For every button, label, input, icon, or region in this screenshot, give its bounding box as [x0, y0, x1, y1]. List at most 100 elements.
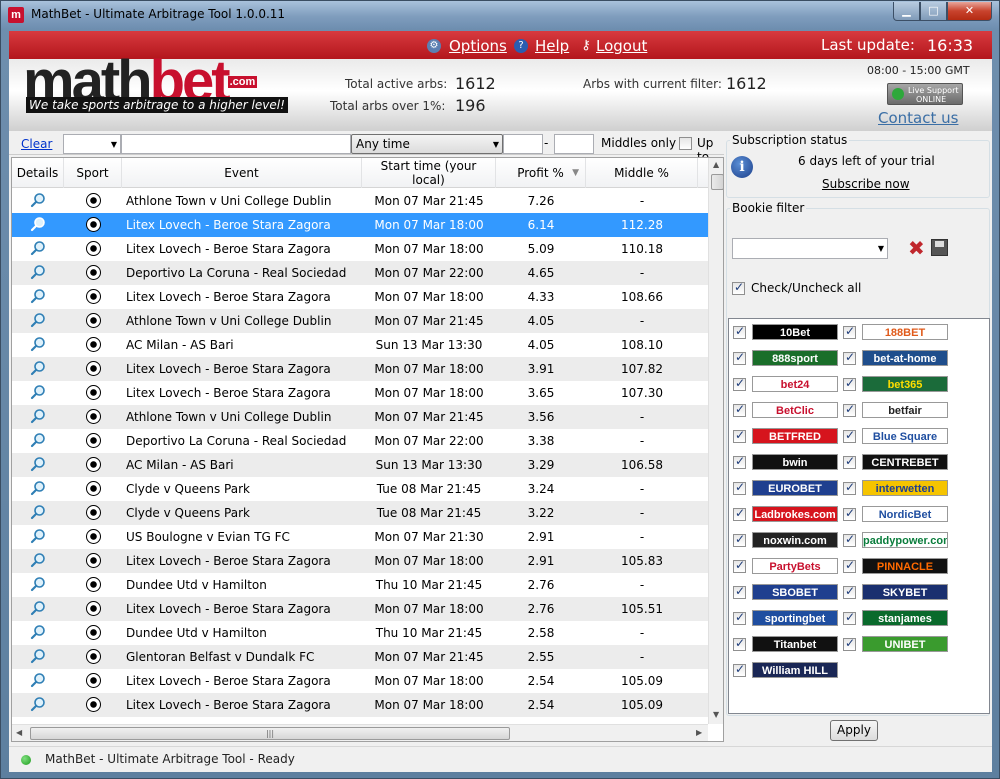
bookie-item[interactable]: bet-at-home	[843, 349, 953, 367]
table-row[interactable]: Deportivo La Coruna - Real Sociedad Mon 0…	[12, 261, 708, 285]
table-row[interactable]: US Boulogne v Evian TG FC Mon 07 Mar 21:3…	[12, 525, 708, 549]
bookie-checkbox[interactable]	[843, 376, 856, 391]
table-row[interactable]: Glentoran Belfast v Dundalk FC Mon 07 Mar…	[12, 645, 708, 669]
table-row[interactable]: Clyde v Queens Park Tue 08 Mar 21:45 3.24 -	[12, 477, 708, 501]
magnifier-icon[interactable]	[30, 360, 46, 376]
magnifier-icon[interactable]	[30, 240, 46, 256]
table-row[interactable]: Dundee Utd v Hamilton Thu 10 Mar 21:45 2.7…	[12, 573, 708, 597]
magnifier-icon[interactable]	[30, 480, 46, 496]
details-cell[interactable]	[12, 477, 64, 501]
details-cell[interactable]	[12, 213, 64, 237]
bookie-checkbox[interactable]	[843, 324, 856, 339]
details-cell[interactable]	[12, 309, 64, 333]
table-row[interactable]: Litex Lovech - Beroe Stara Zagora Mon 07 …	[12, 213, 708, 237]
subscribe-link[interactable]: Subscribe now	[822, 177, 910, 191]
magnifier-icon[interactable]	[30, 696, 46, 712]
magnifier-icon[interactable]	[30, 432, 46, 448]
bookie-item[interactable]: SBOBET	[733, 583, 843, 601]
details-cell[interactable]	[12, 525, 64, 549]
details-cell[interactable]	[12, 549, 64, 573]
sport-filter-combo[interactable]: ▼	[63, 134, 121, 154]
details-cell[interactable]	[12, 693, 64, 717]
details-cell[interactable]	[12, 357, 64, 381]
vertical-scrollbar[interactable]: ▲ ▼	[708, 158, 723, 724]
magnifier-icon[interactable]	[30, 528, 46, 544]
bookie-item[interactable]: SKYBET	[843, 583, 953, 601]
magnifier-icon[interactable]	[30, 504, 46, 520]
magnifier-icon[interactable]	[30, 192, 46, 208]
bookie-item[interactable]: 888sport	[733, 349, 843, 367]
bookie-item[interactable]: BETFRED	[733, 427, 843, 445]
bookie-item[interactable]: CENTREBET	[843, 453, 953, 471]
magnifier-icon[interactable]	[30, 576, 46, 592]
details-cell[interactable]	[12, 501, 64, 525]
bookie-checkbox[interactable]	[843, 480, 856, 495]
bookie-checkbox[interactable]	[843, 610, 856, 625]
magnifier-icon[interactable]	[30, 384, 46, 400]
contact-us-link[interactable]: Contact us	[878, 109, 958, 127]
bookie-item[interactable]: PartyBets	[733, 557, 843, 575]
bookie-item[interactable]: interwetten	[843, 479, 953, 497]
bookie-item[interactable]: stanjames	[843, 609, 953, 627]
bookie-checkbox[interactable]	[733, 558, 746, 573]
bookie-item[interactable]: NordicBet	[843, 505, 953, 523]
bookie-checkbox[interactable]	[733, 402, 746, 417]
bookie-item[interactable]: Blue Square	[843, 427, 953, 445]
bookie-checkbox[interactable]	[843, 636, 856, 651]
magnifier-icon[interactable]	[30, 624, 46, 640]
table-row[interactable]: Litex Lovech - Beroe Stara Zagora Mon 07 …	[12, 237, 708, 261]
magnifier-icon[interactable]	[30, 264, 46, 280]
bookie-checkbox[interactable]	[733, 480, 746, 495]
bookie-item[interactable]: PINNACLE	[843, 557, 953, 575]
horizontal-scroll-thumb[interactable]: |||	[30, 727, 510, 740]
scroll-down-icon[interactable]: ▼	[713, 710, 719, 719]
bookie-checkbox[interactable]	[733, 376, 746, 391]
table-row[interactable]: Athlone Town v Uni College Dublin Mon 07 …	[12, 189, 708, 213]
profit-max-input[interactable]	[554, 134, 594, 154]
minimize-button[interactable]: ▁	[893, 2, 920, 21]
help-link[interactable]: Help	[535, 37, 569, 55]
scroll-left-icon[interactable]: ◀	[16, 728, 22, 737]
bookie-checkbox[interactable]	[733, 610, 746, 625]
bookie-checkbox[interactable]	[843, 428, 856, 443]
bookie-checkbox[interactable]	[843, 558, 856, 573]
clear-filters-link[interactable]: Clear	[21, 137, 52, 151]
save-icon[interactable]	[931, 239, 948, 256]
time-filter-select[interactable]: Any time ▼	[351, 134, 503, 154]
bookie-item[interactable]: 188BET	[843, 323, 953, 341]
details-cell[interactable]	[12, 669, 64, 693]
table-row[interactable]: Litex Lovech - Beroe Stara Zagora Mon 07 …	[12, 381, 708, 405]
details-cell[interactable]	[12, 189, 64, 213]
bookie-item[interactable]: bet24	[733, 375, 843, 393]
bookie-item[interactable]: EUROBET	[733, 479, 843, 497]
bookie-checkbox[interactable]	[733, 636, 746, 651]
bookie-checkbox[interactable]	[733, 532, 746, 547]
magnifier-icon[interactable]	[30, 552, 46, 568]
table-row[interactable]: Dundee Utd v Hamilton Thu 10 Mar 21:45 2.5…	[12, 621, 708, 645]
details-cell[interactable]	[12, 621, 64, 645]
bookie-checkbox[interactable]	[843, 506, 856, 521]
details-cell[interactable]	[12, 261, 64, 285]
bookie-item[interactable]: Ladbrokes.com	[733, 505, 843, 523]
col-details[interactable]: Details	[12, 158, 64, 188]
table-row[interactable]: Litex Lovech - Beroe Stara Zagora Mon 07 …	[12, 357, 708, 381]
details-cell[interactable]	[12, 405, 64, 429]
title-bar[interactable]: m MathBet - Ultimate Arbitrage Tool 1.0.…	[1, 1, 999, 29]
bookie-item[interactable]: Titanbet	[733, 635, 843, 653]
table-row[interactable]: AC Milan - AS Bari Sun 13 Mar 13:30 4.05 10…	[12, 333, 708, 357]
details-cell[interactable]	[12, 573, 64, 597]
bookie-item[interactable]: bwin	[733, 453, 843, 471]
magnifier-icon[interactable]	[30, 648, 46, 664]
bookie-item[interactable]: bet365	[843, 375, 953, 393]
magnifier-icon[interactable]	[30, 600, 46, 616]
bookie-checkbox[interactable]	[733, 662, 746, 677]
apply-button[interactable]: Apply	[830, 720, 878, 741]
bookie-item[interactable]: 10Bet	[733, 323, 843, 341]
bookie-preset-select[interactable]: ▼	[732, 238, 888, 259]
bookie-item[interactable]: BetClic	[733, 401, 843, 419]
delete-icon[interactable]: ✖	[908, 238, 925, 258]
table-row[interactable]: Athlone Town v Uni College Dublin Mon 07 …	[12, 309, 708, 333]
magnifier-icon[interactable]	[30, 312, 46, 328]
bookie-item[interactable]: sportingbet	[733, 609, 843, 627]
table-row[interactable]: Litex Lovech - Beroe Stara Zagora Mon 07 …	[12, 693, 708, 717]
